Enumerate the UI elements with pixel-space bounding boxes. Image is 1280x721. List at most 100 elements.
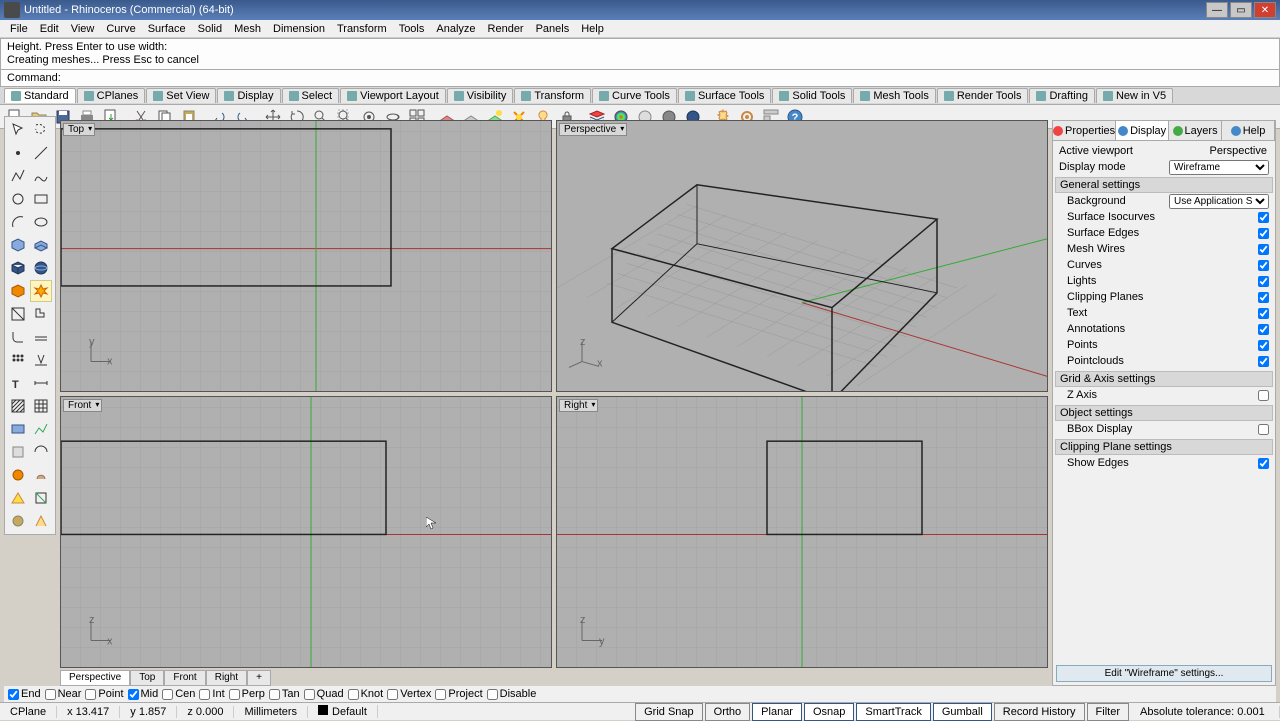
- rectangle-button[interactable]: [30, 188, 52, 210]
- arc-button[interactable]: [7, 211, 29, 233]
- menu-edit[interactable]: Edit: [34, 21, 65, 37]
- polyline-button[interactable]: [7, 165, 29, 187]
- zaxis-check[interactable]: [1258, 390, 1269, 401]
- status-planar[interactable]: Planar: [752, 703, 802, 721]
- tab-rendertools[interactable]: Render Tools: [937, 88, 1029, 103]
- maximize-button[interactable]: ▭: [1230, 2, 1252, 18]
- offset-button[interactable]: [30, 326, 52, 348]
- circle-button[interactable]: [7, 188, 29, 210]
- status-layer[interactable]: Default: [308, 705, 378, 718]
- osnap-quad[interactable]: Quad: [304, 688, 344, 700]
- surface-button[interactable]: [7, 234, 29, 256]
- status-smarttrack[interactable]: SmartTrack: [856, 703, 930, 721]
- menu-mesh[interactable]: Mesh: [228, 21, 267, 37]
- tool3-button[interactable]: [7, 464, 29, 486]
- viewport-label-right[interactable]: Right: [559, 399, 598, 412]
- menu-render[interactable]: Render: [482, 21, 530, 37]
- surface-isocurves-check[interactable]: [1258, 212, 1269, 223]
- paneltab-help[interactable]: Help: [1222, 121, 1275, 140]
- tool5-button[interactable]: [7, 487, 29, 509]
- bbox-check[interactable]: [1258, 424, 1269, 435]
- minimize-button[interactable]: —: [1206, 2, 1228, 18]
- status-osnap[interactable]: Osnap: [804, 703, 854, 721]
- tab-solidtools[interactable]: Solid Tools: [772, 88, 852, 103]
- tab-drafting[interactable]: Drafting: [1029, 88, 1095, 103]
- pointclouds-check[interactable]: [1258, 356, 1269, 367]
- lasso-button[interactable]: [30, 119, 52, 141]
- curve-button[interactable]: [30, 165, 52, 187]
- menu-curve[interactable]: Curve: [100, 21, 141, 37]
- status-recordhistory[interactable]: Record History: [994, 703, 1085, 721]
- mesh-wires-check[interactable]: [1258, 244, 1269, 255]
- select-button[interactable]: [7, 119, 29, 141]
- surface-edges-check[interactable]: [1258, 228, 1269, 239]
- analyze-button[interactable]: [30, 418, 52, 440]
- tab-surfacetools[interactable]: Surface Tools: [678, 88, 771, 103]
- tab-standard[interactable]: Standard: [4, 88, 76, 103]
- osnap-int[interactable]: Int: [199, 688, 224, 700]
- osnap-knot[interactable]: Knot: [348, 688, 384, 700]
- showedges-check[interactable]: [1258, 458, 1269, 469]
- viewport-label-perspective[interactable]: Perspective: [559, 123, 627, 136]
- menu-panels[interactable]: Panels: [530, 21, 576, 37]
- osnap-mid[interactable]: Mid: [128, 688, 159, 700]
- menu-help[interactable]: Help: [575, 21, 610, 37]
- viewport-front[interactable]: Front z x: [60, 396, 552, 668]
- tab-viewportlayout[interactable]: Viewport Layout: [340, 88, 446, 103]
- array-button[interactable]: [7, 349, 29, 371]
- points-check[interactable]: [1258, 340, 1269, 351]
- menu-file[interactable]: File: [4, 21, 34, 37]
- status-cplane[interactable]: CPlane: [0, 706, 57, 718]
- viewtab-add[interactable]: +: [247, 670, 271, 686]
- annotations-check[interactable]: [1258, 324, 1269, 335]
- viewtab-top[interactable]: Top: [130, 670, 164, 686]
- osnap-vertex[interactable]: Vertex: [387, 688, 431, 700]
- line-button[interactable]: [30, 142, 52, 164]
- tab-display[interactable]: Display: [217, 88, 280, 103]
- trim-button[interactable]: [7, 303, 29, 325]
- command-input[interactable]: [65, 72, 1273, 84]
- viewtab-front[interactable]: Front: [164, 670, 205, 686]
- display-mode-select[interactable]: Wireframe: [1169, 160, 1269, 175]
- paneltab-layers[interactable]: Layers: [1169, 121, 1222, 140]
- grid-button[interactable]: [30, 395, 52, 417]
- tool1-button[interactable]: [7, 441, 29, 463]
- viewtab-right[interactable]: Right: [206, 670, 247, 686]
- tab-curvetools[interactable]: Curve Tools: [592, 88, 677, 103]
- tool6-button[interactable]: [30, 487, 52, 509]
- menu-tools[interactable]: Tools: [393, 21, 431, 37]
- point-button[interactable]: [7, 142, 29, 164]
- tab-setview[interactable]: Set View: [146, 88, 216, 103]
- box-button[interactable]: [7, 257, 29, 279]
- status-gumball[interactable]: Gumball: [933, 703, 992, 721]
- dim-button[interactable]: [30, 372, 52, 394]
- menu-dimension[interactable]: Dimension: [267, 21, 331, 37]
- tool7-button[interactable]: [7, 510, 29, 532]
- text-check[interactable]: [1258, 308, 1269, 319]
- tool4-button[interactable]: [30, 464, 52, 486]
- status-ortho[interactable]: Ortho: [705, 703, 751, 721]
- osnap-point[interactable]: Point: [85, 688, 123, 700]
- status-filter[interactable]: Filter: [1087, 703, 1129, 721]
- text-button[interactable]: T: [7, 372, 29, 394]
- mesh-button[interactable]: [7, 280, 29, 302]
- close-button[interactable]: ✕: [1254, 2, 1276, 18]
- osnap-end[interactable]: End: [8, 688, 41, 700]
- osnap-cen[interactable]: Cen: [162, 688, 195, 700]
- viewport-top[interactable]: Top y x: [60, 120, 552, 392]
- tool2-button[interactable]: [30, 441, 52, 463]
- curves-check[interactable]: [1258, 260, 1269, 271]
- osnap-tan[interactable]: Tan: [269, 688, 300, 700]
- osnap-near[interactable]: Near: [45, 688, 82, 700]
- osnap-project[interactable]: Project: [435, 688, 482, 700]
- fillet-button[interactable]: [7, 326, 29, 348]
- menu-transform[interactable]: Transform: [331, 21, 393, 37]
- tab-meshtools[interactable]: Mesh Tools: [853, 88, 935, 103]
- project-button[interactable]: [30, 349, 52, 371]
- render-button[interactable]: [7, 418, 29, 440]
- menu-view[interactable]: View: [65, 21, 101, 37]
- viewport-label-top[interactable]: Top: [63, 123, 95, 136]
- viewtab-perspective[interactable]: Perspective: [60, 670, 130, 686]
- viewport-perspective[interactable]: Perspective z x: [556, 120, 1048, 392]
- extrude-button[interactable]: [30, 234, 52, 256]
